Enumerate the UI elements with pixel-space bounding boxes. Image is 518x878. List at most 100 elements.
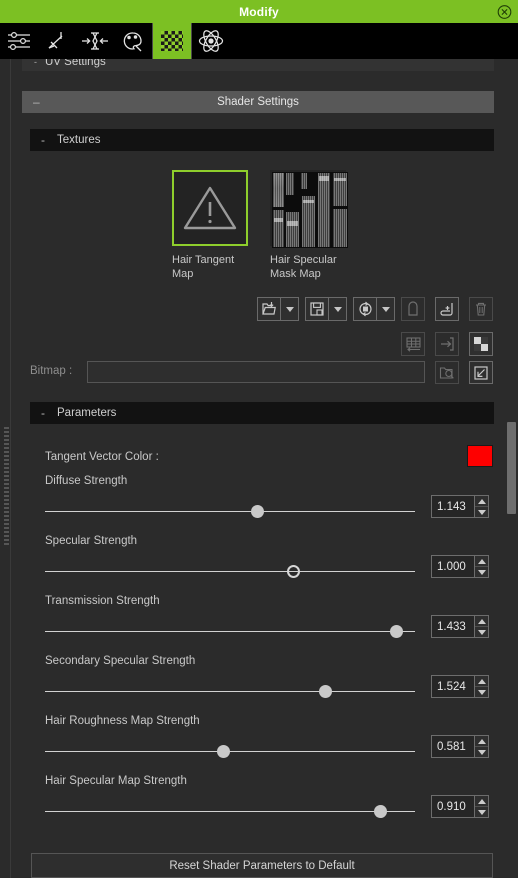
save-texture-dropdown[interactable]	[329, 297, 347, 321]
sliders-icon	[6, 29, 32, 53]
atom-icon-button[interactable]	[192, 23, 230, 59]
tangent-vector-color-label: Tangent Vector Color :	[45, 451, 159, 463]
checker-icon-button[interactable]	[153, 23, 191, 59]
window-title: Modify	[239, 4, 279, 19]
transform-icon-button[interactable]	[38, 23, 76, 59]
slider-value-input[interactable]: 1.433	[431, 615, 475, 638]
delete-texture-button[interactable]	[469, 297, 493, 321]
slider-value-input[interactable]: 1.143	[431, 495, 475, 518]
section-uv-settings[interactable]: - UV Settings	[22, 59, 494, 71]
paste-arrow-icon	[439, 301, 455, 317]
slider-value-input[interactable]: 1.000	[431, 555, 475, 578]
caret-down-icon	[477, 809, 486, 815]
caret-up-icon	[477, 558, 486, 564]
spinner-up-button[interactable]	[475, 616, 488, 627]
texture-caption-line1: Hair Tangent	[172, 254, 235, 266]
spinner-down-button[interactable]	[475, 807, 488, 817]
texture-thumbnail[interactable]	[172, 170, 248, 246]
slider-handle[interactable]	[287, 565, 300, 578]
spinner-up-button[interactable]	[475, 496, 488, 507]
caret-up-icon	[477, 618, 486, 624]
slider-track[interactable]	[45, 751, 415, 752]
vertical-scrollbar-track[interactable]	[504, 59, 518, 878]
arrow-into-box-icon	[473, 365, 489, 381]
bitmap-label: Bitmap :	[30, 365, 73, 377]
texture-caption-line2: Mask Map	[270, 268, 321, 280]
pick-bitmap-button[interactable]	[469, 361, 493, 384]
spinner-up-button[interactable]	[475, 796, 488, 807]
slider-handle[interactable]	[251, 505, 264, 518]
spinner-down-button[interactable]	[475, 687, 488, 697]
slider-label: Hair Specular Map Strength	[45, 775, 187, 787]
vertical-scrollbar-thumb[interactable]	[507, 422, 516, 514]
copy-icon	[406, 301, 420, 317]
slider-value-input[interactable]: 1.524	[431, 675, 475, 698]
spinner-down-button[interactable]	[475, 507, 488, 517]
textures-collapse-glyph: -	[41, 133, 45, 147]
spinner-down-button[interactable]	[475, 627, 488, 637]
refresh-texture-dropdown[interactable]	[377, 297, 395, 321]
section-shader-settings[interactable]: – Shader Settings	[22, 91, 494, 113]
slider-track[interactable]	[45, 811, 415, 812]
mode-toolbar	[0, 23, 518, 59]
texture-caption: Hair Tangent Map	[172, 253, 252, 281]
slider-track[interactable]	[45, 571, 415, 572]
atom-icon	[197, 28, 225, 54]
caret-down-icon	[477, 749, 486, 755]
refresh-texture-button[interactable]	[353, 297, 377, 321]
spinner-down-button[interactable]	[475, 567, 488, 577]
copy-texture-button[interactable]	[401, 297, 425, 321]
texture-item-hair-tangent-map[interactable]: Hair Tangent Map	[172, 170, 268, 281]
texture-caption: Hair Specular Mask Map	[270, 253, 350, 281]
slider-track[interactable]	[45, 691, 415, 692]
slider-spinner[interactable]	[475, 615, 489, 638]
spinner-up-button[interactable]	[475, 676, 488, 687]
tangent-vector-color-swatch[interactable]	[467, 445, 493, 467]
caret-up-icon	[477, 498, 486, 504]
align-icon-button[interactable]	[76, 23, 114, 59]
spinner-up-button[interactable]	[475, 556, 488, 567]
caret-up-icon	[477, 738, 486, 744]
chevron-down-icon	[285, 306, 294, 312]
slider-value-input[interactable]: 0.910	[431, 795, 475, 818]
slider-handle[interactable]	[319, 685, 332, 698]
slider-handle[interactable]	[374, 805, 387, 818]
folder-import-icon	[261, 301, 277, 317]
texture-thumbnail[interactable]	[270, 170, 348, 248]
slider-handle[interactable]	[390, 625, 403, 638]
slider-label: Transmission Strength	[45, 595, 160, 607]
checker-pattern-button[interactable]	[469, 332, 493, 356]
section-parameters[interactable]: - Parameters	[30, 402, 494, 424]
reset-shader-parameters-button[interactable]: Reset Shader Parameters to Default	[31, 853, 493, 878]
bitmap-input[interactable]	[87, 361, 425, 383]
save-texture-button[interactable]	[305, 297, 329, 321]
slider-track[interactable]	[45, 631, 415, 632]
section-textures[interactable]: - Textures	[30, 129, 494, 151]
paste-texture-button[interactable]	[435, 297, 459, 321]
close-circle-icon[interactable]	[497, 4, 512, 19]
texture-item-hair-specular-mask-map[interactable]: Hair Specular Mask Map	[270, 170, 366, 281]
slider-spinner[interactable]	[475, 675, 489, 698]
slider-spinner[interactable]	[475, 735, 489, 758]
slider-handle[interactable]	[217, 745, 230, 758]
slider-spinner[interactable]	[475, 495, 489, 518]
export-square-button[interactable]	[435, 332, 459, 356]
grid-layout-button[interactable]	[401, 332, 425, 356]
spinner-up-button[interactable]	[475, 736, 488, 747]
load-texture-button[interactable]	[257, 297, 281, 321]
slider-label: Specular Strength	[45, 535, 138, 547]
palette-icon-button[interactable]	[114, 23, 152, 59]
browse-bitmap-button[interactable]	[435, 361, 459, 384]
shader-settings-collapse-glyph: –	[33, 95, 40, 109]
slider-value-input[interactable]: 0.581	[431, 735, 475, 758]
slider-spinner[interactable]	[475, 555, 489, 578]
slider-spinner[interactable]	[475, 795, 489, 818]
sliders-icon-button[interactable]	[0, 23, 38, 59]
grid-arrow-icon	[405, 336, 422, 352]
spinner-down-button[interactable]	[475, 747, 488, 757]
slider-track[interactable]	[45, 511, 415, 512]
parameters-label: Parameters	[57, 407, 117, 419]
modify-panel: Modify - UV Settings – Shader Settings -…	[0, 0, 518, 878]
load-texture-dropdown[interactable]	[281, 297, 299, 321]
panel-resize-grip[interactable]	[4, 427, 9, 547]
